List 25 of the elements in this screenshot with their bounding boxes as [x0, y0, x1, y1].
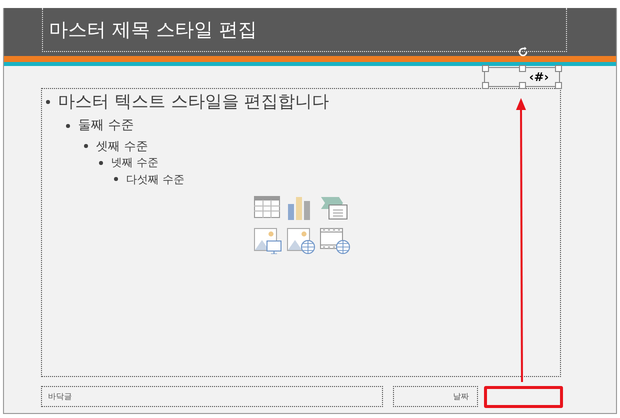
smartart-icon[interactable]: [320, 196, 348, 220]
body-placeholder[interactable]: 마스터 텍스트 스타일을 편집합니다 둘째 수준 셋째 수준 넷째 수준 다섯째 수준: [41, 88, 561, 377]
rotate-handle-icon[interactable]: [517, 46, 529, 58]
bar-chart-icon[interactable]: [287, 196, 311, 220]
body-text: 둘째 수준: [78, 118, 134, 134]
bullet-icon: [114, 177, 118, 182]
picture-icon[interactable]: [254, 228, 282, 254]
online-picture-icon[interactable]: [287, 228, 315, 254]
slide-number-placeholder[interactable]: ‹#›: [484, 67, 560, 87]
body-text: 셋째 수준: [96, 138, 148, 154]
date-placeholder[interactable]: 날짜: [393, 386, 478, 407]
bullet-icon: [84, 144, 88, 148]
table-icon[interactable]: [254, 196, 280, 218]
bullet-icon: [46, 100, 50, 104]
footer-text: 바닥글: [48, 391, 72, 402]
body-text: 다섯째 수준: [126, 172, 184, 186]
title-text: 마스터 제목 스타일 편집: [49, 18, 258, 42]
video-icon[interactable]: [320, 228, 350, 254]
date-text: 날짜: [453, 391, 469, 402]
footer-placeholder[interactable]: 바닥글: [41, 386, 383, 407]
bullet-icon: [66, 124, 70, 128]
bullet-icon: [99, 160, 103, 165]
title-placeholder[interactable]: 마스터 제목 스타일 편집: [42, 8, 567, 52]
body-text: 넷째 수준: [111, 156, 158, 170]
body-text: 마스터 텍스트 스타일을 편집합니다: [58, 92, 330, 112]
